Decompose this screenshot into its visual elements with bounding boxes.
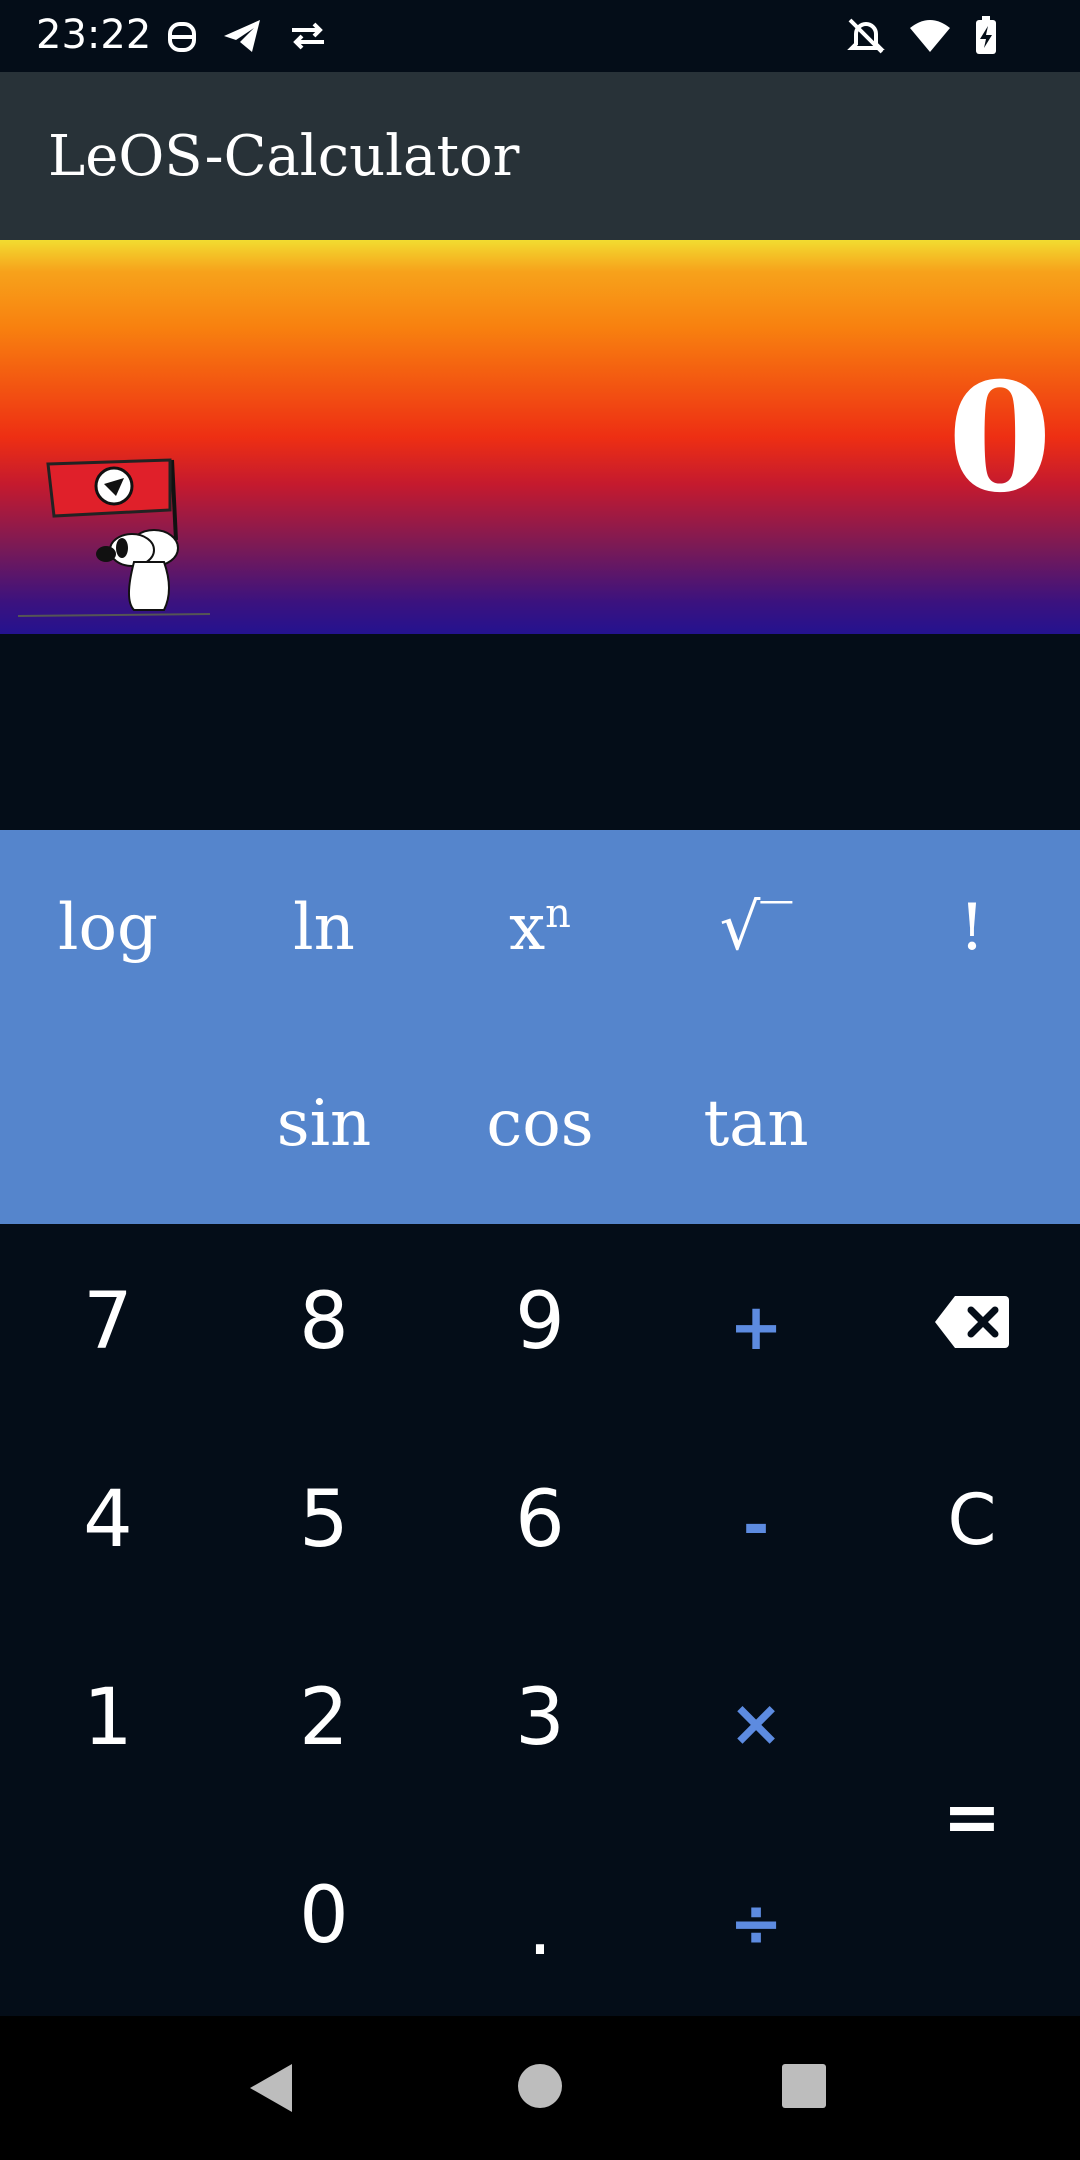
wifi-icon [910,20,950,52]
battery-charging-icon [976,16,996,54]
clear-button[interactable]: C [864,1422,1080,1618]
recents-icon[interactable] [780,2062,828,2110]
factorial-button[interactable]: ! [864,830,1080,1026]
key-3[interactable]: 3 [432,1620,648,1816]
sin-button[interactable]: sin [216,1026,432,1222]
navigation-bar [0,2016,1080,2160]
snoopy-flag-logo [17,458,211,617]
plus-button[interactable]: + [648,1230,864,1426]
telegram-icon [224,20,260,52]
key-9[interactable]: 9 [432,1224,648,1420]
minus-button[interactable]: - [648,1428,864,1624]
decimal-button[interactable]: . [432,1830,648,2026]
home-icon[interactable] [514,2060,566,2112]
key-7[interactable]: 7 [0,1224,216,1420]
key-0[interactable]: 0 [216,1818,432,2014]
calculator-display: 0 [0,240,1080,634]
status-bar: 23:22 [0,0,1080,72]
backspace-button[interactable] [864,1224,1080,1420]
vpn-icon [168,22,196,52]
power-exponent: n [545,891,571,937]
data-transfer-icon [292,22,324,50]
divide-button[interactable]: ÷ [648,1826,864,2022]
app-title: LeOS-Calculator [48,124,520,189]
back-icon[interactable] [246,2060,296,2116]
multiply-button[interactable]: × [648,1626,864,1822]
notifications-off-icon [847,18,885,54]
key-2[interactable]: 2 [216,1620,432,1816]
history-area [0,634,1080,830]
ln-button[interactable]: ln [216,830,432,1026]
status-time: 23:22 [36,12,152,58]
sqrt-button[interactable]: √‾ [648,830,864,1026]
backspace-icon [935,1296,1009,1348]
app-bar: LeOS-Calculator [0,72,1080,240]
display-value: 0 [947,350,1052,526]
key-4[interactable]: 4 [0,1422,216,1618]
key-5[interactable]: 5 [216,1422,432,1618]
scientific-panel: log ln xn √‾ ! sin cos tan [0,830,1080,1224]
power-label: x [509,891,546,965]
key-8[interactable]: 8 [216,1224,432,1420]
key-1[interactable]: 1 [0,1620,216,1816]
power-button[interactable]: xn [432,830,648,1026]
log-button[interactable]: log [0,830,216,1026]
key-6[interactable]: 6 [432,1422,648,1618]
equals-button[interactable]: = [864,1620,1080,2014]
tan-button[interactable]: tan [648,1026,864,1222]
cos-button[interactable]: cos [432,1026,648,1222]
